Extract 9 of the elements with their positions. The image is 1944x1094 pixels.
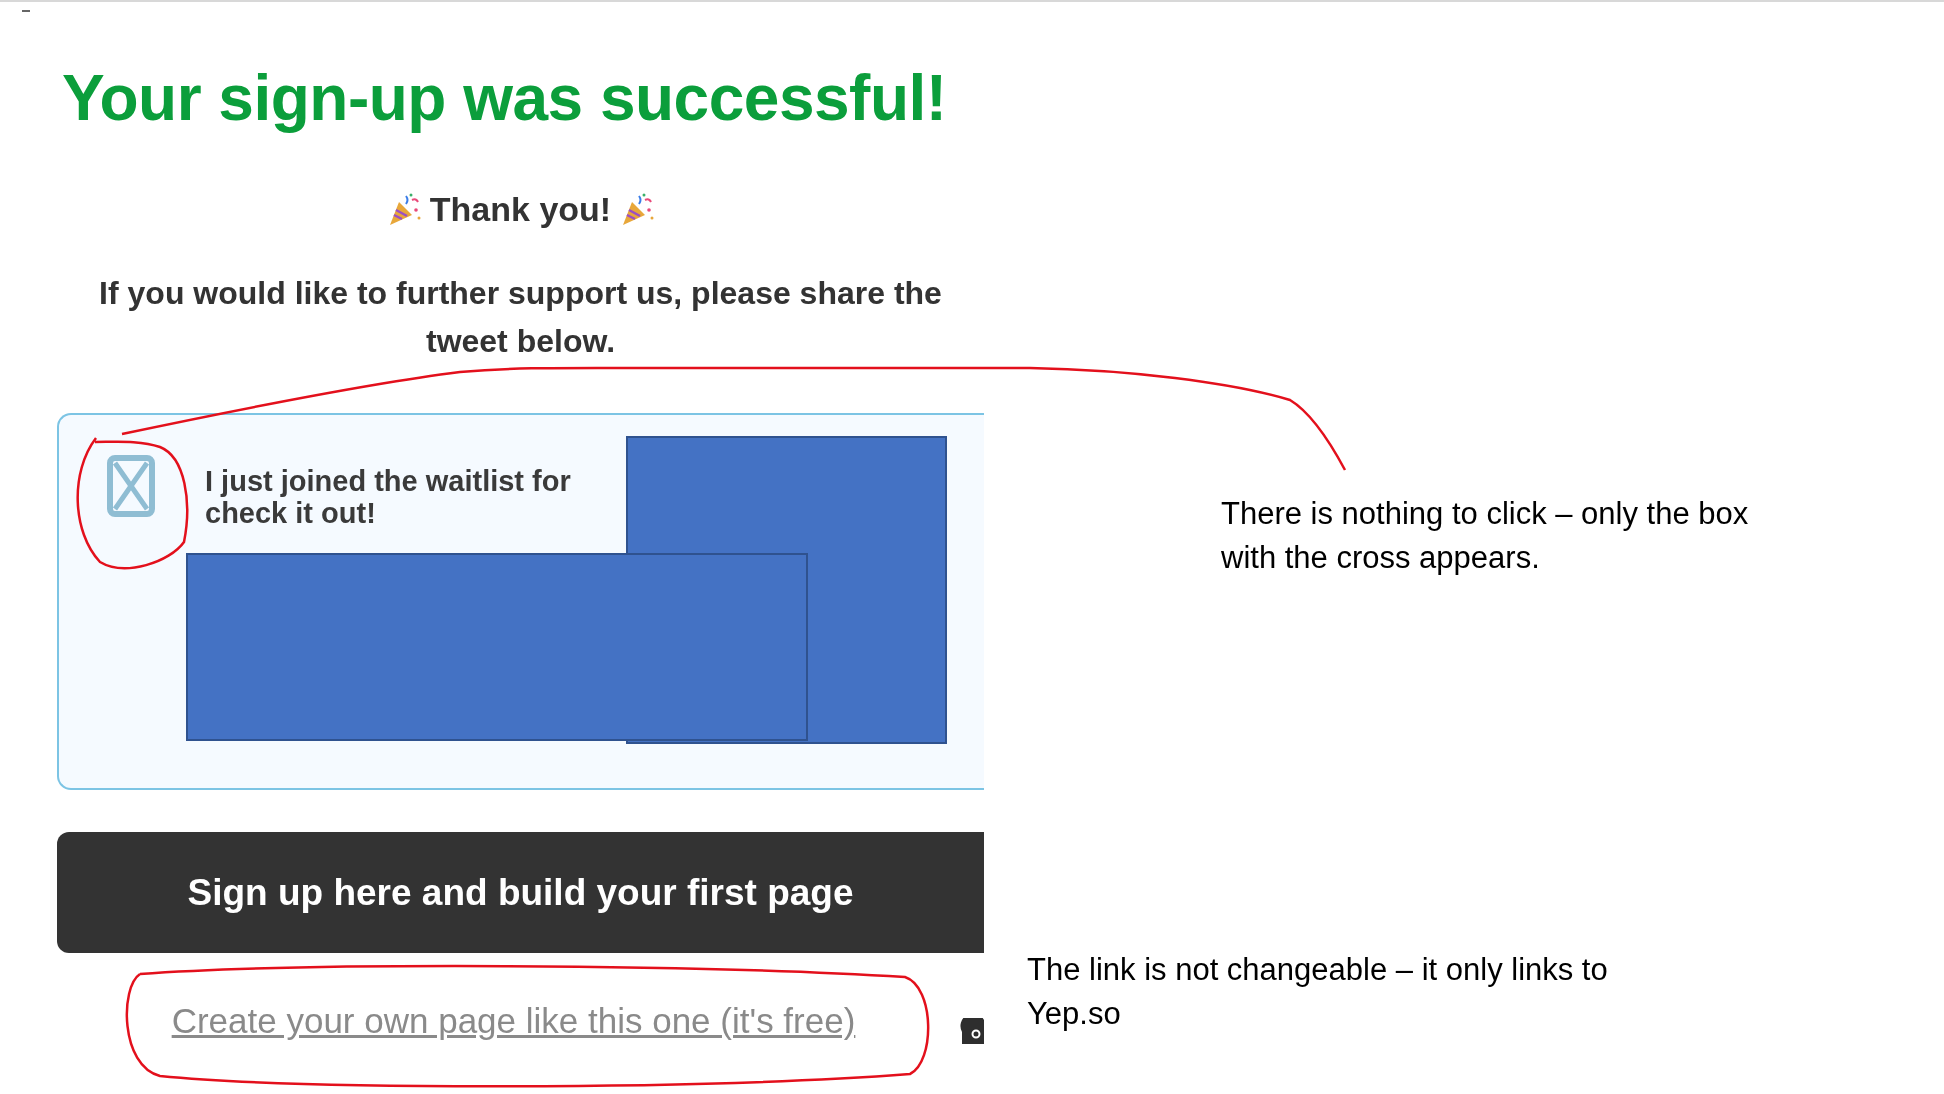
annotation-note: There is nothing to click – only the box with the cross appears.: [1221, 495, 1750, 577]
broken-image-icon: [107, 455, 155, 517]
annotation-note: The link is not changeable – it only links to Yep.so: [1027, 951, 1609, 1033]
page-heading: Your sign-up was successful!: [62, 61, 948, 136]
share-message: If you would like to further support us, please share the tweet below.: [98, 274, 943, 361]
corner-mark-icon: [22, 10, 30, 14]
tweet-text: I just joined the waitlist for check it out!: [205, 465, 572, 529]
signup-button[interactable]: Sign up here and build your first page: [57, 832, 984, 953]
thank-you-text: Thank you!: [429, 190, 612, 229]
